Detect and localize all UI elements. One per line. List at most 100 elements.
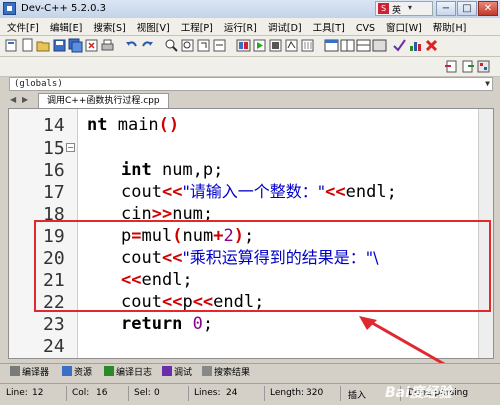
- chevron-down-icon[interactable]: ▼: [485, 78, 490, 90]
- code-line: 16 int num,p;: [9, 159, 489, 181]
- open-icon[interactable]: [36, 38, 51, 53]
- menu-edit[interactable]: 编辑[E]: [43, 18, 86, 34]
- line-number: 18: [43, 204, 65, 225]
- close-button[interactable]: ✕: [478, 1, 498, 16]
- save-all-icon[interactable]: [68, 38, 83, 53]
- status-line-label: Line:: [6, 388, 28, 398]
- status-sel-label: Sel:: [134, 388, 151, 398]
- status-lines: 24: [226, 388, 238, 398]
- code-text: return 0;: [121, 314, 214, 334]
- menu-project[interactable]: 工程[P]: [174, 18, 217, 34]
- ime-language: 英: [392, 6, 402, 16]
- new-project-icon[interactable]: [4, 38, 19, 53]
- menu-debug[interactable]: 调试[D]: [261, 18, 306, 34]
- file-tab-row: ◀ ▶ 调用C++函数执行过程.cpp: [0, 92, 500, 108]
- status-lines-label: Lines:: [194, 388, 221, 398]
- ime-indicator[interactable]: S 英 ▾: [375, 1, 433, 16]
- tab-prev-icon[interactable]: ◀: [10, 95, 16, 104]
- app-icon: [3, 2, 16, 15]
- title-bar: Dev-C++ 5.2.0.3 S 英 ▾ − □ ✕: [0, 0, 500, 19]
- menu-cvs[interactable]: CVS: [349, 21, 379, 34]
- tab-resources[interactable]: 资源: [62, 366, 92, 380]
- stop-icon[interactable]: [424, 38, 439, 53]
- print-icon[interactable]: [100, 38, 115, 53]
- maximize-button[interactable]: □: [457, 1, 477, 16]
- status-line: 12: [32, 388, 44, 398]
- resources-icon: [62, 366, 72, 376]
- find-icon[interactable]: [164, 38, 179, 53]
- code-text: cin>>num;: [121, 204, 214, 224]
- goto-line-icon[interactable]: [212, 38, 227, 53]
- status-divider: [340, 386, 341, 401]
- tab-compiler[interactable]: 编译器: [10, 366, 49, 380]
- ime-dropdown-icon[interactable]: ▾: [408, 3, 412, 12]
- status-sel: 0: [154, 388, 160, 398]
- line-number: 14: [43, 115, 65, 136]
- status-col-label: Col:: [72, 388, 90, 398]
- tab-compile-log[interactable]: 编译日志: [104, 366, 152, 380]
- ime-logo-icon: S: [378, 3, 389, 14]
- check-icon[interactable]: [392, 38, 407, 53]
- undo-icon[interactable]: [124, 38, 139, 53]
- tab-debug[interactable]: 调试: [162, 366, 192, 380]
- save-icon[interactable]: [52, 38, 67, 53]
- code-line: 20 cout<<"乘积运算得到的结果是："\: [9, 247, 489, 269]
- class-browser-icon[interactable]: [476, 59, 491, 74]
- run-icon[interactable]: [252, 38, 267, 53]
- tab-search-results-label: 搜索结果: [214, 368, 251, 378]
- compile-log-icon: [104, 366, 114, 376]
- debug-check-icon: [162, 366, 172, 376]
- menu-window[interactable]: 窗口[W]: [379, 18, 426, 34]
- code-line: 19 p=mul(num+2);: [9, 225, 489, 247]
- menu-search[interactable]: 搜索[S]: [86, 18, 129, 34]
- menu-tools[interactable]: 工具[T]: [306, 18, 349, 34]
- menu-help[interactable]: 帮助[H]: [426, 18, 471, 34]
- minimize-button[interactable]: −: [436, 1, 456, 16]
- goto-definition-icon[interactable]: [460, 59, 475, 74]
- layout-4-icon[interactable]: [372, 38, 387, 53]
- layout-1-icon[interactable]: [324, 38, 339, 53]
- line-number: 20: [43, 248, 65, 269]
- code-text: p=mul(num+2);: [121, 226, 255, 246]
- scope-value: (globals): [14, 79, 63, 89]
- scope-dropdown[interactable]: (globals) ▼: [9, 77, 493, 91]
- find-next-icon[interactable]: [196, 38, 211, 53]
- goto-declaration-icon[interactable]: [444, 59, 459, 74]
- code-text: int num,p;: [121, 160, 224, 180]
- compiler-icon: [10, 366, 20, 376]
- chart-icon[interactable]: [408, 38, 423, 53]
- new-file-icon[interactable]: [20, 38, 35, 53]
- debug-icon[interactable]: [300, 38, 315, 53]
- vertical-scrollbar[interactable]: [478, 109, 493, 358]
- menu-file[interactable]: 文件[F]: [0, 18, 43, 34]
- code-text: nt main(): [87, 115, 180, 135]
- bottom-panel-tabs: 编译器 资源 编译日志 调试 搜索结果: [0, 363, 500, 382]
- compile-run-icon[interactable]: [268, 38, 283, 53]
- layout-3-icon[interactable]: [356, 38, 371, 53]
- close-file-icon[interactable]: [84, 38, 99, 53]
- rebuild-icon[interactable]: [284, 38, 299, 53]
- tab-debug-label: 调试: [174, 368, 193, 378]
- replace-icon[interactable]: [180, 38, 195, 53]
- code-text: <<endl;: [121, 270, 193, 290]
- window-title: Dev-C++ 5.2.0.3: [21, 3, 107, 14]
- fold-toggle-icon[interactable]: −: [66, 143, 75, 152]
- compile-icon[interactable]: [236, 38, 251, 53]
- layout-2-icon[interactable]: [340, 38, 355, 53]
- search-results-icon: [202, 366, 212, 376]
- code-text: cout<<p<<endl;: [121, 292, 265, 312]
- line-number: 17: [43, 182, 65, 203]
- redo-icon[interactable]: [140, 38, 155, 53]
- code-line: 15 −: [9, 137, 489, 159]
- line-number: 21: [43, 270, 65, 291]
- menu-run[interactable]: 运行[R]: [217, 18, 261, 34]
- status-divider: [66, 386, 67, 401]
- tab-search-results[interactable]: 搜索结果: [202, 366, 250, 380]
- tab-next-icon[interactable]: ▶: [22, 95, 28, 104]
- line-number: 24: [43, 336, 65, 357]
- tab-compiler-label: 编译器: [22, 368, 50, 378]
- status-divider: [128, 386, 129, 401]
- file-tab[interactable]: 调用C++函数执行过程.cpp: [38, 93, 169, 108]
- menu-view[interactable]: 视图[V]: [130, 18, 174, 34]
- status-col: 16: [96, 388, 108, 398]
